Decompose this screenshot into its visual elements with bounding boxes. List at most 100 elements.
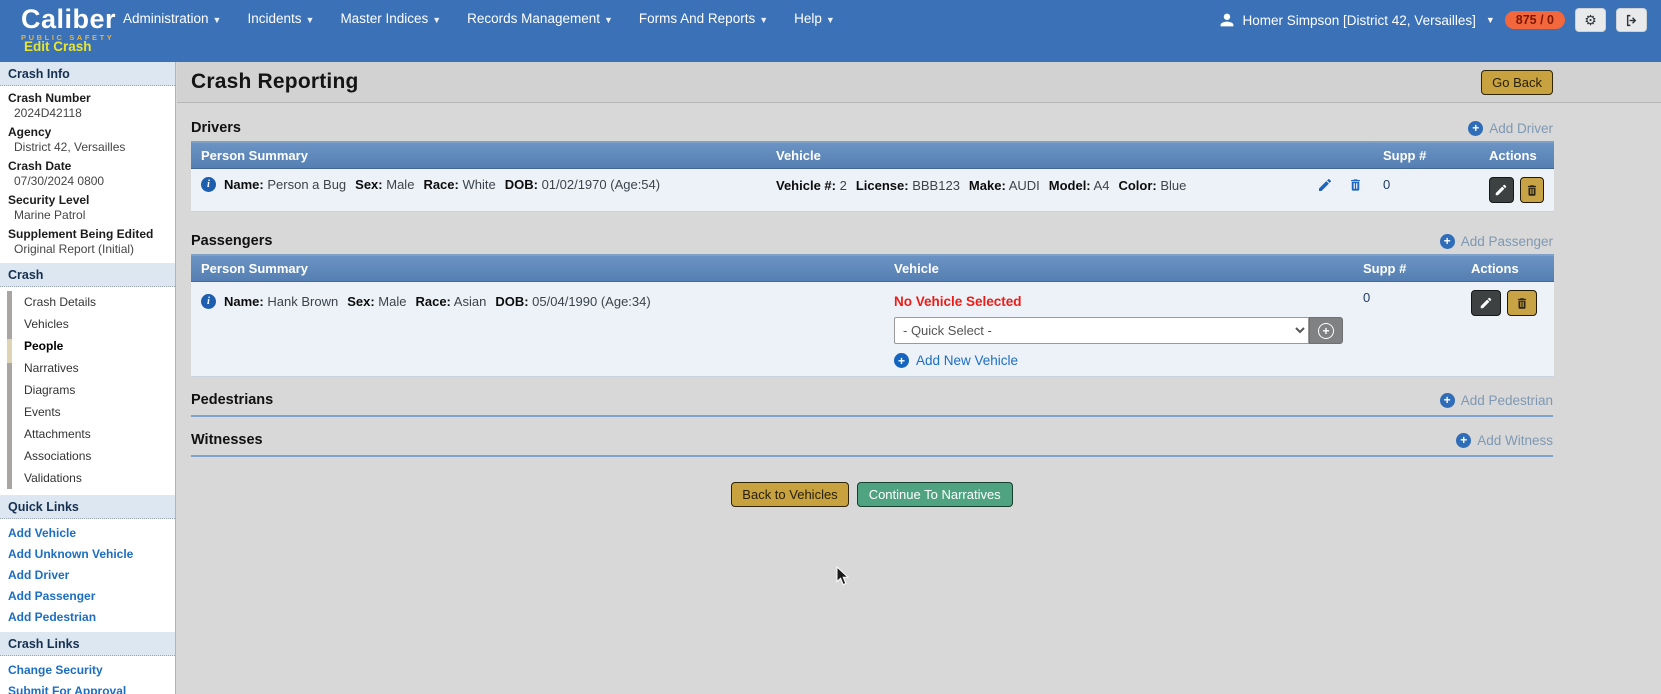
scroll-indicator [7,291,12,489]
chevron-down-icon: ▼ [759,15,768,25]
edit-vehicle-icon[interactable] [1317,177,1333,193]
top-navbar: Caliber PUBLIC SAFETY Administration▼ In… [0,0,1661,62]
quick-select-dropdown[interactable]: - Quick Select - [894,317,1309,344]
drivers-section-label: Drivers [191,120,241,136]
passengers-section-label: Passengers [191,233,272,249]
sidebar-item-associations[interactable]: Associations [0,445,175,467]
info-icon[interactable]: i [201,177,216,192]
drivers-section-head: Drivers + Add Driver [191,120,1553,136]
logo-title: Caliber [21,6,116,33]
chevron-down-icon: ▼ [1486,15,1495,25]
scroll-indicator-thumb [7,339,12,363]
crash-nav: Crash Details Vehicles People Narratives… [0,287,175,495]
col-person-summary: Person Summary [191,255,884,282]
sidebar-item-attachments[interactable]: Attachments [0,423,175,445]
menu-forms-and-reports[interactable]: Forms And Reports▼ [639,11,768,26]
passenger-actions-cell [1461,282,1554,377]
passenger-person-cell: i Name: Hank Brown Sex: Male Race: Asian… [191,282,884,377]
sidebar-item-people[interactable]: People [0,335,175,357]
passengers-table: Person Summary Vehicle Supp # Actions i … [191,254,1554,377]
delete-vehicle-icon[interactable] [1348,177,1363,193]
delete-driver-button[interactable] [1520,177,1545,203]
gear-icon: ⚙ [1584,12,1597,29]
add-driver-link[interactable]: + Add Driver [1468,121,1553,136]
footer-buttons: Back to Vehicles Continue To Narratives [191,482,1553,507]
passengers-header-row: Person Summary Vehicle Supp # Actions [191,255,1554,282]
navbar-right-controls: Homer Simpson [District 42, Versailles] … [1219,8,1647,32]
chevron-down-icon: ▼ [213,15,222,25]
field-value: Marine Patrol [0,207,175,224]
field-label: Agency [0,122,175,139]
plus-circle-icon: + [1318,323,1334,339]
sidebar: Crash Info Crash Number 2024D42118 Agenc… [0,62,176,694]
passenger-row: i Name: Hank Brown Sex: Male Race: Asian… [191,282,1554,377]
link-change-security[interactable]: Change Security [0,659,175,680]
settings-button[interactable]: ⚙ [1575,8,1606,32]
menu-master-indices[interactable]: Master Indices▼ [340,11,441,26]
trash-icon [1515,296,1529,311]
link-add-unknown-vehicle[interactable]: Add Unknown Vehicle [0,543,175,564]
logout-icon [1625,14,1639,27]
page-title: Crash Reporting [191,70,359,94]
link-submit-for-approval[interactable]: Submit For Approval [0,680,175,694]
add-passenger-link[interactable]: + Add Passenger [1440,234,1553,249]
sidebar-item-events[interactable]: Events [0,401,175,423]
assign-vehicle-button[interactable]: + [1309,317,1343,344]
field-value: 2024D42118 [0,105,175,122]
no-vehicle-warning: No Vehicle Selected [894,294,1343,309]
edit-passenger-button[interactable] [1471,290,1501,316]
driver-row: i Name: Person a Bug Sex: Male Race: Whi… [191,169,1554,212]
add-witness-link[interactable]: + Add Witness [1456,433,1553,448]
sidebar-item-vehicles[interactable]: Vehicles [0,313,175,335]
main-area: Crash Reporting Go Back Drivers + Add Dr… [177,62,1661,694]
chevron-down-icon: ▼ [826,15,835,25]
witnesses-section-label: Witnesses [191,432,263,448]
notification-badge[interactable]: 875 / 0 [1505,11,1565,29]
link-add-driver[interactable]: Add Driver [0,564,175,585]
delete-passenger-button[interactable] [1507,290,1537,316]
col-vehicle: Vehicle [766,142,1373,169]
drivers-header-row: Person Summary Vehicle Supp # Actions [191,142,1554,169]
pedestrians-section-label: Pedestrians [191,392,273,408]
menu-records-management[interactable]: Records Management▼ [467,11,613,26]
col-supp: Supp # [1373,142,1479,169]
sidebar-section-crash-links: Crash Links [0,632,175,656]
edit-driver-button[interactable] [1489,177,1514,203]
go-back-button[interactable]: Go Back [1481,70,1553,95]
page-header: Crash Reporting Go Back [177,62,1661,103]
menu-help[interactable]: Help▼ [794,11,835,26]
user-menu[interactable]: Homer Simpson [District 42, Versailles] … [1219,12,1495,28]
pencil-icon [1479,296,1493,310]
link-add-passenger[interactable]: Add Passenger [0,585,175,606]
sidebar-item-diagrams[interactable]: Diagrams [0,379,175,401]
trash-icon [1525,183,1539,198]
page-content: Drivers + Add Driver Person Summary Vehi… [177,120,1661,507]
add-new-vehicle-link[interactable]: + Add New Vehicle [894,353,1343,368]
field-value: 07/30/2024 0800 [0,173,175,190]
passenger-supp-cell: 0 [1353,282,1461,377]
link-add-vehicle[interactable]: Add Vehicle [0,522,175,543]
logout-button[interactable] [1616,8,1647,32]
plus-circle-icon: + [1468,121,1483,136]
sidebar-item-validations[interactable]: Validations [0,467,175,489]
link-add-pedestrian[interactable]: Add Pedestrian [0,606,175,627]
col-vehicle: Vehicle [884,255,1353,282]
field-label: Security Level [0,190,175,207]
sidebar-item-narratives[interactable]: Narratives [0,357,175,379]
pencil-icon [1494,183,1508,197]
crash-info-fields: Crash Number 2024D42118 Agency District … [0,86,175,263]
continue-to-narratives-button[interactable]: Continue To Narratives [857,482,1013,507]
menu-incidents[interactable]: Incidents▼ [247,11,314,26]
add-pedestrian-link[interactable]: + Add Pedestrian [1440,393,1553,408]
field-value: Original Report (Initial) [0,241,175,258]
chevron-down-icon: ▼ [604,15,613,25]
sidebar-item-crash-details[interactable]: Crash Details [0,291,175,313]
back-to-vehicles-button[interactable]: Back to Vehicles [731,482,848,507]
menu-administration[interactable]: Administration▼ [123,11,221,26]
info-icon[interactable]: i [201,294,216,309]
field-label: Crash Number [0,88,175,105]
chevron-down-icon: ▼ [432,15,441,25]
passenger-vehicle-cell: No Vehicle Selected - Quick Select - + + [884,282,1353,377]
plus-circle-icon: + [894,353,909,368]
sidebar-section-crash: Crash [0,263,175,287]
